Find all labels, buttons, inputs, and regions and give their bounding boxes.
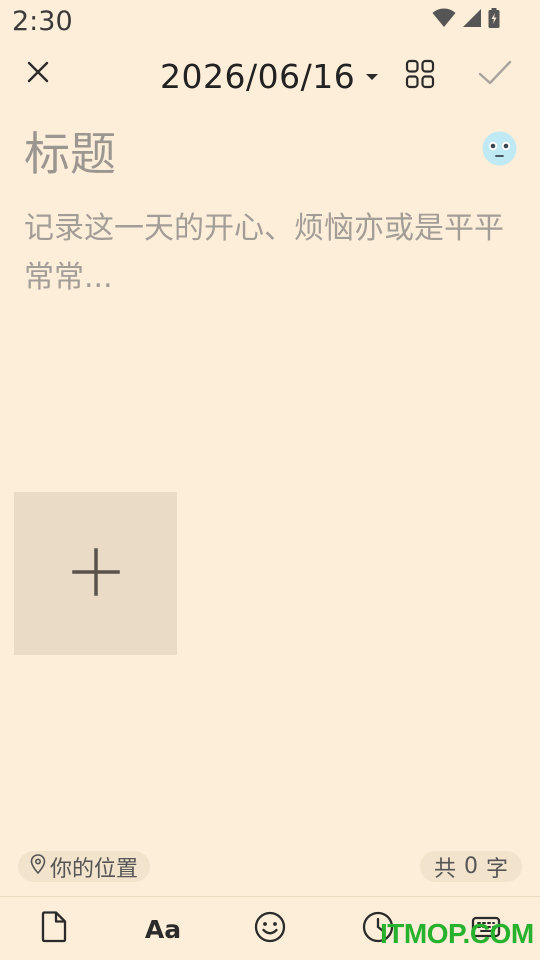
word-count-suffix: 字 xyxy=(485,856,508,882)
plus-icon xyxy=(71,547,120,600)
status-time: 2:30 xyxy=(12,6,73,37)
battery-charging-icon xyxy=(488,8,500,32)
word-count-prefix: 共 xyxy=(433,856,456,882)
date-selector[interactable]: 2026/06/16 xyxy=(160,54,379,98)
document-icon xyxy=(41,911,67,947)
location-pin-icon xyxy=(30,853,46,880)
watermark: ITMOP.COM xyxy=(380,918,534,949)
status-bar: 2:30 xyxy=(0,0,540,44)
check-icon xyxy=(478,60,512,90)
template-grid-button[interactable] xyxy=(400,56,440,96)
smiley-icon xyxy=(254,911,286,947)
add-image-button[interactable] xyxy=(14,492,177,655)
face-emoji-icon xyxy=(482,131,517,170)
mood-selector-button[interactable] xyxy=(482,131,517,166)
font-button[interactable]: Aa xyxy=(142,909,184,949)
location-chip[interactable]: 你的位置 xyxy=(18,851,151,882)
close-button[interactable] xyxy=(18,54,58,94)
date-label: 2026/06/16 xyxy=(160,56,356,96)
cellular-signal-icon xyxy=(462,8,482,32)
close-icon xyxy=(26,60,50,88)
top-toolbar: 2026/06/16 xyxy=(0,46,540,106)
title-input[interactable]: 标题 xyxy=(24,118,116,184)
save-check-button[interactable] xyxy=(474,54,516,96)
word-count-value: 0 xyxy=(463,854,478,879)
document-button[interactable] xyxy=(34,909,74,949)
location-label: 你的位置 xyxy=(50,856,139,882)
wifi-icon xyxy=(432,8,456,32)
word-count-chip: 共 0 字 xyxy=(419,851,522,882)
status-icons xyxy=(432,8,500,32)
font-icon: Aa xyxy=(144,914,182,944)
body-input[interactable]: 记录这一天的开心、烦恼亦或是平平常常... xyxy=(24,204,514,302)
dropdown-caret-icon xyxy=(365,67,379,86)
grid-icon xyxy=(405,59,435,93)
emoji-button[interactable] xyxy=(250,909,290,949)
